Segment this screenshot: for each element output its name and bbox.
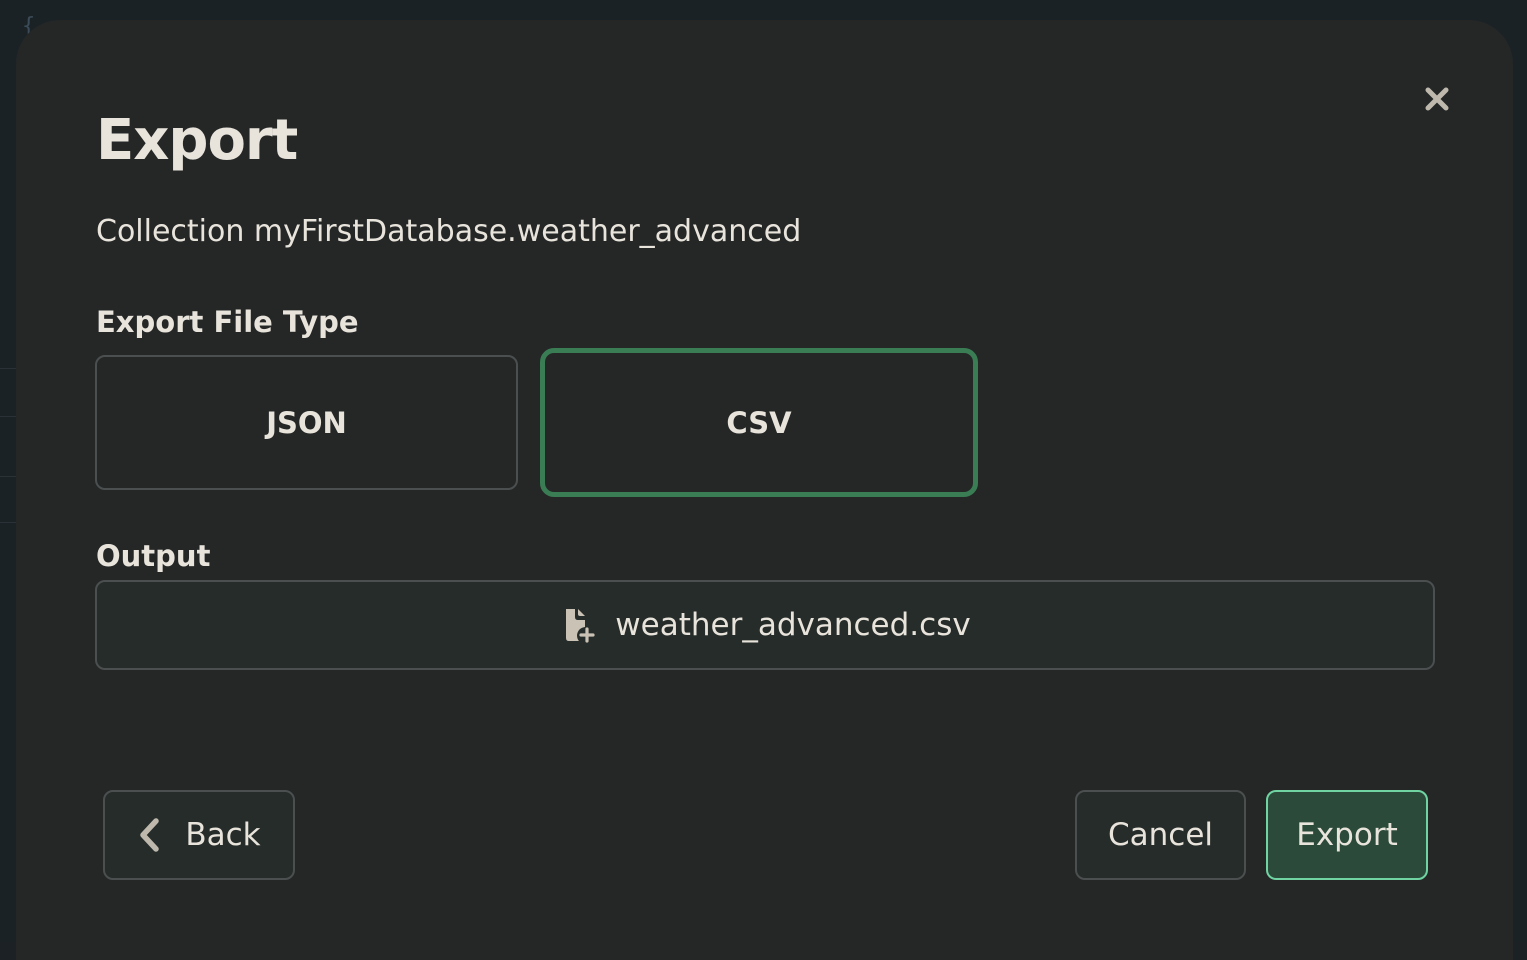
modal-title: Export: [96, 108, 298, 173]
background-divider: [0, 416, 16, 417]
collection-subtitle: Collection myFirstDatabase.weather_advan…: [96, 214, 802, 249]
chevron-left-icon: [140, 818, 160, 852]
export-button[interactable]: Export: [1266, 790, 1428, 880]
file-add-icon: [566, 609, 595, 643]
file-type-json-option[interactable]: JSON: [95, 355, 518, 490]
file-type-json-label: JSON: [266, 405, 347, 440]
file-type-csv-option[interactable]: CSV: [540, 348, 978, 497]
file-type-label: Export File Type: [96, 305, 359, 339]
output-file-picker[interactable]: weather_advanced.csv: [95, 580, 1435, 670]
back-button[interactable]: Back: [103, 790, 295, 880]
cancel-button[interactable]: Cancel: [1075, 790, 1246, 880]
background-divider: [0, 522, 16, 523]
export-modal: Export Collection myFirstDatabase.weathe…: [16, 20, 1513, 960]
cancel-button-label: Cancel: [1107, 817, 1214, 853]
export-button-label: Export: [1296, 817, 1398, 853]
background-divider: [0, 476, 16, 477]
background-divider: [0, 368, 16, 369]
output-filename: weather_advanced.csv: [615, 607, 971, 643]
output-label: Output: [96, 539, 211, 573]
close-icon[interactable]: [1422, 84, 1452, 114]
file-type-csv-label: CSV: [726, 405, 792, 440]
back-button-label: Back: [185, 817, 261, 853]
